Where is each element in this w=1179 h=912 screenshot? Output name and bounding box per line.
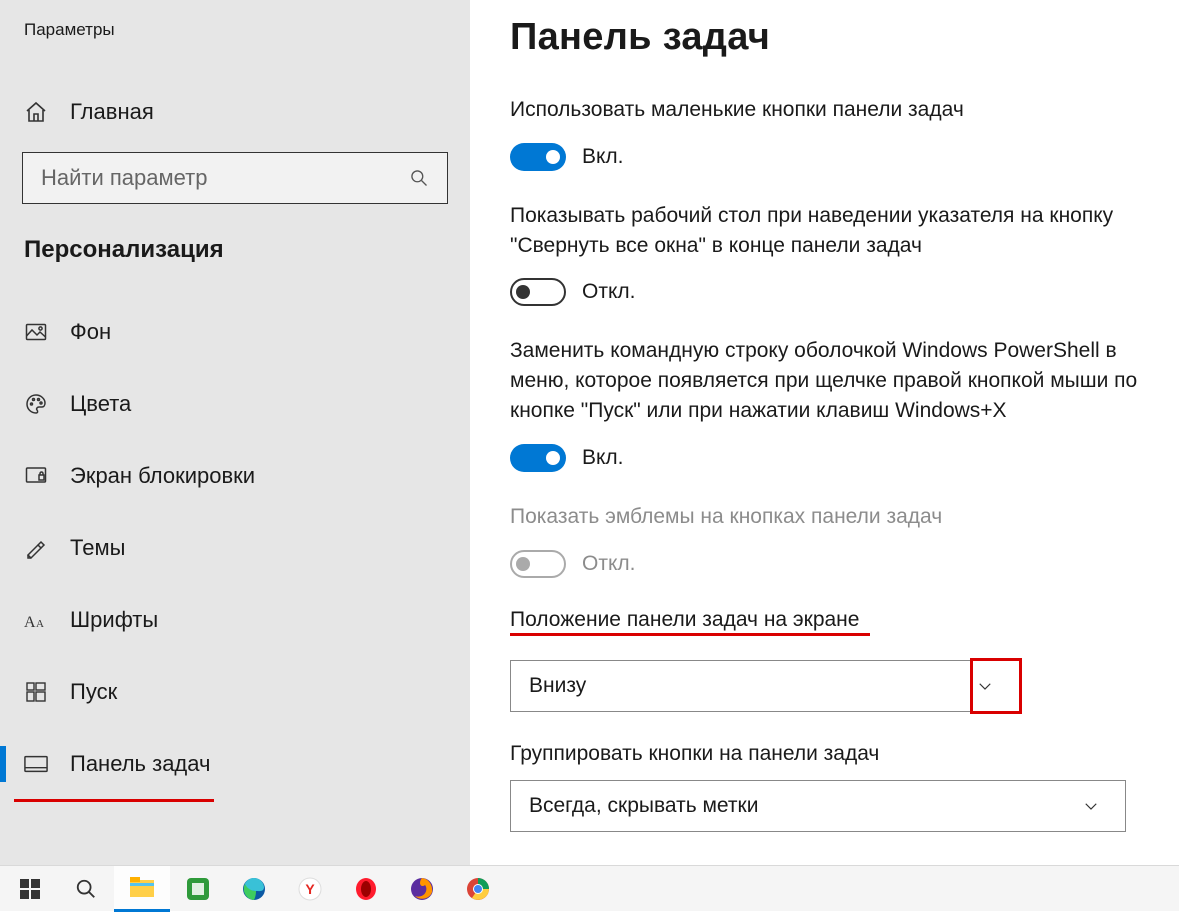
page-title: Панель задач — [510, 16, 1145, 59]
setting-peek-desktop: Показывать рабочий стол при наведении ук… — [510, 201, 1145, 307]
taskbar-icon — [24, 754, 48, 774]
app-title: Параметры — [0, 20, 470, 40]
sidebar-item-fonts[interactable]: A A Шрифты — [0, 584, 470, 656]
sidebar-item-start[interactable]: Пуск — [0, 656, 470, 728]
setting-powershell: Заменить командную строку оболочкой Wind… — [510, 336, 1145, 471]
dropdown-combine[interactable]: Всегда, скрывать метки — [510, 780, 1126, 832]
chevron-down-icon — [965, 666, 1005, 706]
toggle-badges — [510, 550, 566, 578]
opera-button[interactable] — [338, 866, 394, 912]
taskbar: Y — [0, 865, 1179, 911]
main-panel: Панель задач Использовать маленькие кноп… — [470, 0, 1179, 865]
svg-text:A: A — [24, 614, 36, 631]
toggle-state-label: Вкл. — [582, 145, 624, 169]
fonts-icon: A A — [24, 609, 48, 631]
setting-position: Положение панели задач на экране Внизу — [510, 608, 1145, 712]
sidebar-item-label: Экран блокировки — [70, 463, 255, 489]
svg-text:Y: Y — [305, 881, 315, 897]
lockscreen-icon — [24, 464, 48, 488]
start-button[interactable] — [2, 866, 58, 912]
file-explorer-button[interactable] — [114, 866, 170, 912]
setting-label: Группировать кнопки на панели задач — [510, 742, 1145, 766]
search-icon — [409, 168, 429, 188]
toggle-state-label: Откл. — [582, 552, 635, 576]
highlight-underline — [14, 799, 214, 802]
setting-label: Показывать рабочий стол при наведении ук… — [510, 201, 1145, 261]
setting-label: Использовать маленькие кнопки панели зад… — [510, 95, 1145, 125]
sidebar-item-background[interactable]: Фон — [0, 296, 470, 368]
svg-text:A: A — [36, 618, 44, 630]
setting-label: Положение панели задач на экране — [510, 608, 859, 632]
setting-badges: Показать эмблемы на кнопках панели задач… — [510, 502, 1145, 578]
toggle-powershell[interactable] — [510, 444, 566, 472]
chevron-down-icon — [1071, 786, 1111, 826]
toggle-state-label: Откл. — [582, 280, 635, 304]
toggle-small-buttons[interactable] — [510, 143, 566, 171]
home-label: Главная — [70, 99, 154, 125]
sidebar: Параметры Главная Найти параметр Персона… — [0, 0, 470, 865]
category-title: Персонализация — [0, 236, 470, 264]
home-icon — [24, 100, 48, 124]
setting-label: Заменить командную строку оболочкой Wind… — [510, 336, 1145, 425]
search-placeholder: Найти параметр — [41, 165, 207, 191]
setting-combine: Группировать кнопки на панели задач Всег… — [510, 742, 1145, 832]
sidebar-item-lockscreen[interactable]: Экран блокировки — [0, 440, 470, 512]
search-input[interactable]: Найти параметр — [22, 152, 448, 204]
setting-small-buttons: Использовать маленькие кнопки панели зад… — [510, 95, 1145, 171]
sidebar-item-taskbar[interactable]: Панель задач — [0, 728, 470, 800]
sidebar-item-label: Цвета — [70, 391, 131, 417]
palette-icon — [24, 392, 48, 416]
start-icon — [24, 681, 48, 703]
dropdown-value: Внизу — [529, 674, 586, 698]
app-icon[interactable] — [170, 866, 226, 912]
sidebar-item-label: Панель задач — [70, 751, 211, 777]
sidebar-item-label: Темы — [70, 535, 125, 561]
sidebar-item-colors[interactable]: Цвета — [0, 368, 470, 440]
sidebar-item-themes[interactable]: Темы — [0, 512, 470, 584]
chrome-button[interactable] — [450, 866, 506, 912]
sidebar-item-label: Пуск — [70, 679, 117, 705]
setting-label: Показать эмблемы на кнопках панели задач — [510, 502, 1145, 532]
home-button[interactable]: Главная — [0, 90, 470, 134]
firefox-button[interactable] — [394, 866, 450, 912]
themes-icon — [24, 536, 48, 560]
search-button[interactable] — [58, 866, 114, 912]
sidebar-item-label: Шрифты — [70, 607, 158, 633]
dropdown-value: Всегда, скрывать метки — [529, 794, 758, 818]
sidebar-item-label: Фон — [70, 319, 111, 345]
yandex-button[interactable]: Y — [282, 866, 338, 912]
toggle-state-label: Вкл. — [582, 446, 624, 470]
picture-icon — [24, 320, 48, 344]
toggle-peek-desktop[interactable] — [510, 278, 566, 306]
dropdown-position[interactable]: Внизу — [510, 660, 1020, 712]
highlight-underline — [510, 633, 870, 636]
edge-button[interactable] — [226, 866, 282, 912]
